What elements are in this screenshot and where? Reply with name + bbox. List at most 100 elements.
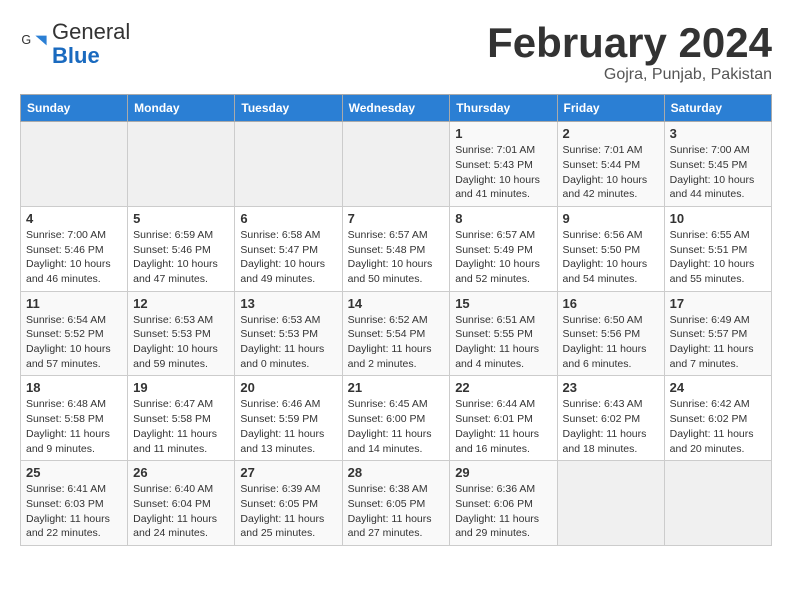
- calendar-cell: 29 Sunrise: 6:36 AMSunset: 6:06 PMDayligh…: [450, 461, 557, 546]
- calendar-cell: 12 Sunrise: 6:53 AMSunset: 5:53 PMDayligh…: [128, 291, 235, 376]
- calendar-cell: 1 Sunrise: 7:01 AMSunset: 5:43 PMDaylight…: [450, 122, 557, 207]
- day-number: 19: [133, 380, 229, 395]
- calendar-week-row: 25Sunrise: 6:41 AMSunset: 6:03 PMDayligh…: [21, 461, 772, 546]
- day-number: 22: [455, 380, 551, 395]
- calendar-cell: 21Sunrise: 6:45 AMSunset: 6:00 PMDayligh…: [342, 376, 450, 461]
- day-info: Sunrise: 6:38 AMSunset: 6:05 PMDaylight:…: [348, 482, 445, 541]
- calendar-cell: 28 Sunrise: 6:38 AMSunset: 6:05 PMDayligh…: [342, 461, 450, 546]
- day-info: Sunrise: 6:50 AMSunset: 5:56 PMDaylight:…: [563, 313, 659, 372]
- day-info: Sunrise: 6:45 AMSunset: 6:00 PMDaylight:…: [348, 397, 445, 456]
- calendar-cell: 24Sunrise: 6:42 AMSunset: 6:02 PMDayligh…: [664, 376, 771, 461]
- calendar-cell: 9 Sunrise: 6:56 AMSunset: 5:50 PMDaylight…: [557, 206, 664, 291]
- day-number: 18: [26, 380, 122, 395]
- day-number: 29: [455, 465, 551, 480]
- calendar-table: SundayMondayTuesdayWednesdayThursdayFrid…: [20, 94, 772, 546]
- day-number: 12: [133, 296, 229, 311]
- calendar-cell: 25Sunrise: 6:41 AMSunset: 6:03 PMDayligh…: [21, 461, 128, 546]
- logo: G General Blue: [20, 20, 130, 68]
- day-number: 23: [563, 380, 659, 395]
- calendar-cell: 20 Sunrise: 6:46 AMSunset: 5:59 PMDayligh…: [235, 376, 342, 461]
- day-number: 11: [26, 296, 122, 311]
- day-info: Sunrise: 6:42 AMSunset: 6:02 PMDaylight:…: [670, 397, 766, 456]
- logo-text: General Blue: [52, 20, 130, 68]
- calendar-week-row: 4 Sunrise: 7:00 AMSunset: 5:46 PMDaylight…: [21, 206, 772, 291]
- calendar-cell: 11 Sunrise: 6:54 AMSunset: 5:52 PMDayligh…: [21, 291, 128, 376]
- calendar-cell: 13 Sunrise: 6:53 AMSunset: 5:53 PMDayligh…: [235, 291, 342, 376]
- calendar-cell: [557, 461, 664, 546]
- weekday-header-cell: Tuesday: [235, 95, 342, 122]
- calendar-cell: 5Sunrise: 6:59 AMSunset: 5:46 PMDaylight…: [128, 206, 235, 291]
- day-info: Sunrise: 6:55 AMSunset: 5:51 PMDaylight:…: [670, 228, 766, 287]
- title-area: February 2024 Gojra, Punjab, Pakistan: [487, 20, 772, 84]
- day-number: 28: [348, 465, 445, 480]
- day-info: Sunrise: 6:51 AMSunset: 5:55 PMDaylight:…: [455, 313, 551, 372]
- day-info: Sunrise: 7:01 AMSunset: 5:43 PMDaylight:…: [455, 143, 551, 202]
- day-info: Sunrise: 6:48 AMSunset: 5:58 PMDaylight:…: [26, 397, 122, 456]
- weekday-header-cell: Wednesday: [342, 95, 450, 122]
- day-info: Sunrise: 7:01 AMSunset: 5:44 PMDaylight:…: [563, 143, 659, 202]
- calendar-cell: [21, 122, 128, 207]
- svg-text:G: G: [21, 33, 31, 47]
- day-number: 13: [240, 296, 336, 311]
- weekday-header-row: SundayMondayTuesdayWednesdayThursdayFrid…: [21, 95, 772, 122]
- day-info: Sunrise: 6:56 AMSunset: 5:50 PMDaylight:…: [563, 228, 659, 287]
- calendar-cell: [342, 122, 450, 207]
- day-info: Sunrise: 7:00 AMSunset: 5:46 PMDaylight:…: [26, 228, 122, 287]
- day-number: 27: [240, 465, 336, 480]
- day-info: Sunrise: 7:00 AMSunset: 5:45 PMDaylight:…: [670, 143, 766, 202]
- calendar-cell: [128, 122, 235, 207]
- day-number: 16: [563, 296, 659, 311]
- day-number: 5: [133, 211, 229, 226]
- calendar-cell: 6Sunrise: 6:58 AMSunset: 5:47 PMDaylight…: [235, 206, 342, 291]
- weekday-header-cell: Monday: [128, 95, 235, 122]
- calendar-cell: 10 Sunrise: 6:55 AMSunset: 5:51 PMDayligh…: [664, 206, 771, 291]
- day-info: Sunrise: 6:39 AMSunset: 6:05 PMDaylight:…: [240, 482, 336, 541]
- calendar-body: 1 Sunrise: 7:01 AMSunset: 5:43 PMDaylight…: [21, 122, 772, 546]
- day-number: 20: [240, 380, 336, 395]
- calendar-cell: 3 Sunrise: 7:00 AMSunset: 5:45 PMDaylight…: [664, 122, 771, 207]
- day-info: Sunrise: 6:58 AMSunset: 5:47 PMDaylight:…: [240, 228, 336, 287]
- calendar-cell: 23 Sunrise: 6:43 AMSunset: 6:02 PMDayligh…: [557, 376, 664, 461]
- day-info: Sunrise: 6:54 AMSunset: 5:52 PMDaylight:…: [26, 313, 122, 372]
- day-info: Sunrise: 6:57 AMSunset: 5:48 PMDaylight:…: [348, 228, 445, 287]
- weekday-header-cell: Sunday: [21, 95, 128, 122]
- day-info: Sunrise: 6:53 AMSunset: 5:53 PMDaylight:…: [240, 313, 336, 372]
- day-info: Sunrise: 6:52 AMSunset: 5:54 PMDaylight:…: [348, 313, 445, 372]
- day-number: 17: [670, 296, 766, 311]
- calendar-cell: 19Sunrise: 6:47 AMSunset: 5:58 PMDayligh…: [128, 376, 235, 461]
- calendar-week-row: 1 Sunrise: 7:01 AMSunset: 5:43 PMDaylight…: [21, 122, 772, 207]
- day-number: 15: [455, 296, 551, 311]
- calendar-cell: 2 Sunrise: 7:01 AMSunset: 5:44 PMDaylight…: [557, 122, 664, 207]
- day-number: 10: [670, 211, 766, 226]
- day-info: Sunrise: 6:43 AMSunset: 6:02 PMDaylight:…: [563, 397, 659, 456]
- location-subtitle: Gojra, Punjab, Pakistan: [487, 66, 772, 84]
- weekday-header-cell: Thursday: [450, 95, 557, 122]
- calendar-cell: 15 Sunrise: 6:51 AMSunset: 5:55 PMDayligh…: [450, 291, 557, 376]
- day-number: 14: [348, 296, 445, 311]
- calendar-cell: 4 Sunrise: 7:00 AMSunset: 5:46 PMDaylight…: [21, 206, 128, 291]
- day-info: Sunrise: 6:36 AMSunset: 6:06 PMDaylight:…: [455, 482, 551, 541]
- day-number: 8: [455, 211, 551, 226]
- calendar-cell: 14 Sunrise: 6:52 AMSunset: 5:54 PMDayligh…: [342, 291, 450, 376]
- weekday-header-cell: Saturday: [664, 95, 771, 122]
- logo-icon: G: [20, 30, 48, 58]
- calendar-cell: [664, 461, 771, 546]
- calendar-cell: [235, 122, 342, 207]
- weekday-header-cell: Friday: [557, 95, 664, 122]
- page-header: G General Blue February 2024 Gojra, Punj…: [20, 20, 772, 84]
- day-number: 1: [455, 126, 551, 141]
- day-number: 3: [670, 126, 766, 141]
- day-number: 9: [563, 211, 659, 226]
- calendar-cell: 8Sunrise: 6:57 AMSunset: 5:49 PMDaylight…: [450, 206, 557, 291]
- calendar-week-row: 18 Sunrise: 6:48 AMSunset: 5:58 PMDayligh…: [21, 376, 772, 461]
- month-title: February 2024: [487, 20, 772, 66]
- day-info: Sunrise: 6:41 AMSunset: 6:03 PMDaylight:…: [26, 482, 122, 541]
- day-number: 4: [26, 211, 122, 226]
- day-number: 2: [563, 126, 659, 141]
- day-number: 26: [133, 465, 229, 480]
- day-info: Sunrise: 6:46 AMSunset: 5:59 PMDaylight:…: [240, 397, 336, 456]
- day-info: Sunrise: 6:53 AMSunset: 5:53 PMDaylight:…: [133, 313, 229, 372]
- calendar-cell: 18 Sunrise: 6:48 AMSunset: 5:58 PMDayligh…: [21, 376, 128, 461]
- day-number: 7: [348, 211, 445, 226]
- calendar-cell: 17Sunrise: 6:49 AMSunset: 5:57 PMDayligh…: [664, 291, 771, 376]
